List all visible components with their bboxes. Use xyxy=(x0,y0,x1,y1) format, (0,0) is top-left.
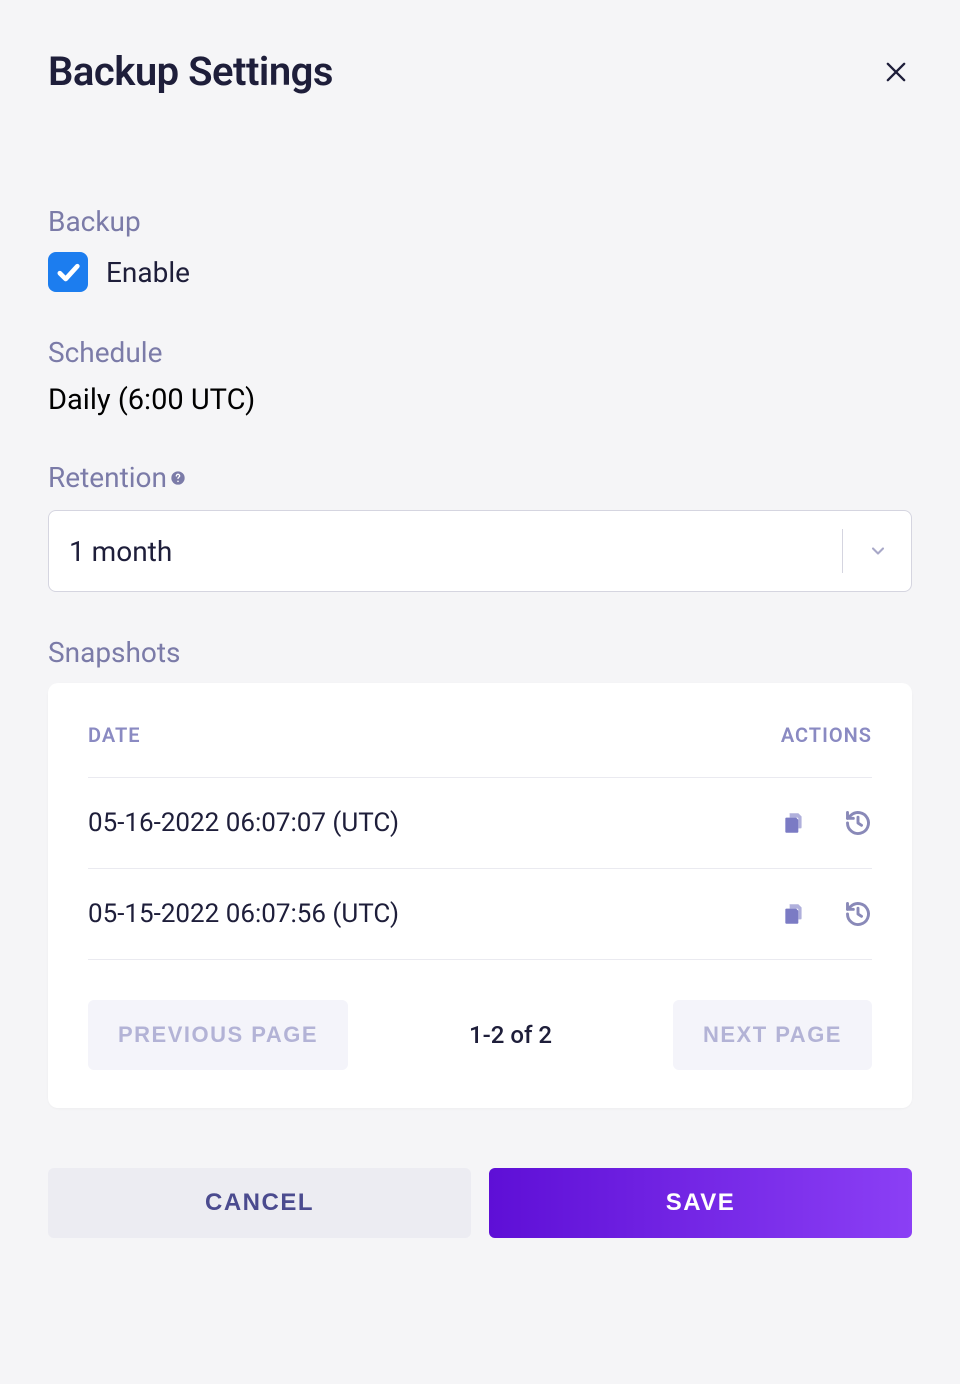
copy-icon xyxy=(781,810,807,836)
next-page-button[interactable]: NEXT PAGE xyxy=(673,1000,872,1070)
retention-value: 1 month xyxy=(69,535,172,568)
snapshot-date: 05-15-2022 06:07:56 (UTC) xyxy=(88,899,399,929)
retention-select[interactable]: 1 month xyxy=(48,510,912,592)
enable-checkbox[interactable] xyxy=(48,252,88,292)
snapshot-date: 05-16-2022 06:07:07 (UTC) xyxy=(88,808,399,838)
save-button[interactable]: SAVE xyxy=(489,1168,912,1238)
dialog-footer: CANCEL SAVE xyxy=(48,1168,912,1238)
enable-label: Enable xyxy=(106,256,190,289)
help-icon[interactable] xyxy=(169,469,187,487)
page-info: 1-2 of 2 xyxy=(469,1021,552,1049)
select-divider xyxy=(842,529,843,573)
schedule-label: Schedule xyxy=(48,336,912,369)
column-actions: ACTIONS xyxy=(781,723,872,747)
retention-label: Retention xyxy=(48,461,167,494)
row-actions xyxy=(780,900,872,928)
copy-button[interactable] xyxy=(780,900,808,928)
copy-button[interactable] xyxy=(780,809,808,837)
chevron-down-icon xyxy=(867,540,889,562)
snapshots-label: Snapshots xyxy=(48,636,912,669)
check-icon xyxy=(54,258,82,286)
table-row: 05-16-2022 06:07:07 (UTC) xyxy=(88,778,872,869)
dialog-title: Backup Settings xyxy=(48,48,333,95)
backup-section: Backup Enable xyxy=(48,205,912,292)
table-row: 05-15-2022 06:07:56 (UTC) xyxy=(88,869,872,960)
schedule-section: Schedule Daily (6:00 UTC) xyxy=(48,336,912,417)
previous-page-button[interactable]: PREVIOUS PAGE xyxy=(88,1000,348,1070)
dialog-header: Backup Settings xyxy=(48,48,912,95)
backup-label: Backup xyxy=(48,205,912,238)
restore-button[interactable] xyxy=(844,809,872,837)
column-date: DATE xyxy=(88,723,141,747)
close-icon xyxy=(882,58,910,86)
retention-section: Retention 1 month xyxy=(48,461,912,592)
enable-checkbox-row: Enable xyxy=(48,252,912,292)
pagination: PREVIOUS PAGE 1-2 of 2 NEXT PAGE xyxy=(88,1000,872,1070)
close-button[interactable] xyxy=(880,56,912,88)
restore-button[interactable] xyxy=(844,900,872,928)
cancel-button[interactable]: CANCEL xyxy=(48,1168,471,1238)
snapshots-card: DATE ACTIONS 05-16-2022 06:07:07 (UTC) xyxy=(48,683,912,1108)
history-icon xyxy=(844,900,872,928)
schedule-value: Daily (6:00 UTC) xyxy=(48,383,912,417)
history-icon xyxy=(844,809,872,837)
snapshots-section: Snapshots DATE ACTIONS 05-16-2022 06:07:… xyxy=(48,636,912,1108)
table-header: DATE ACTIONS xyxy=(88,723,872,778)
row-actions xyxy=(780,809,872,837)
copy-icon xyxy=(781,901,807,927)
